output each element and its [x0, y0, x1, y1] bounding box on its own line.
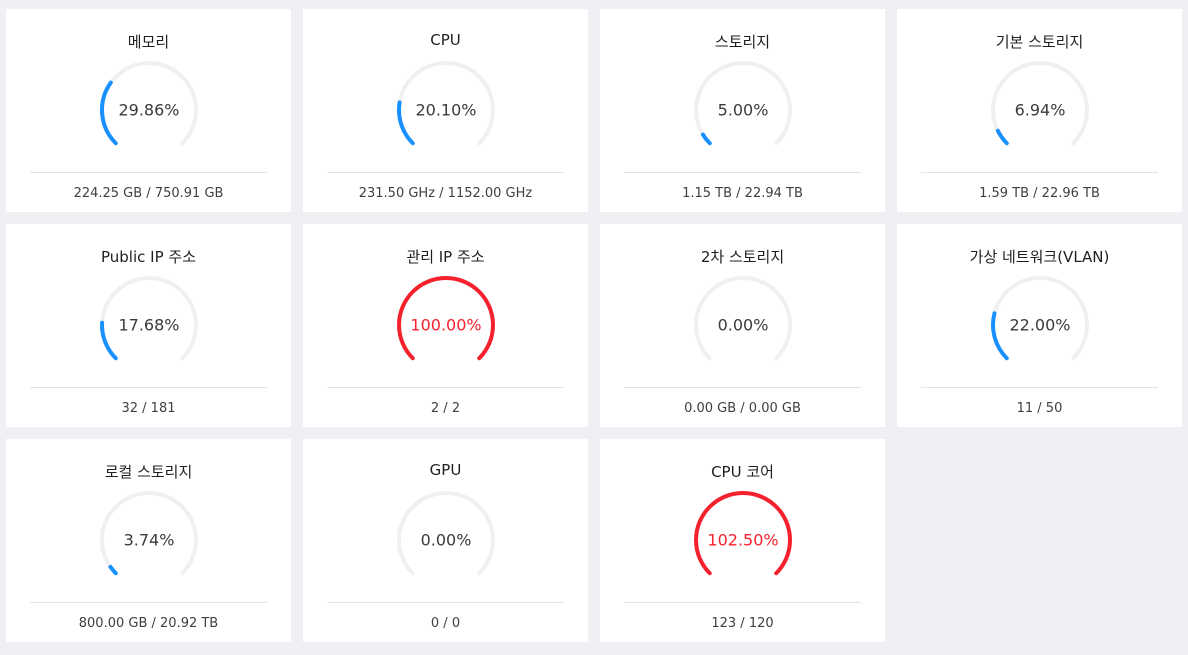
- usage-card-memory: 메모리 29.86% 224.25 GB / 750.91 GB: [6, 9, 291, 212]
- card-divider: [624, 387, 861, 388]
- card-title: 로컬 스토리지: [104, 463, 193, 481]
- gauge-percent: 29.86%: [118, 100, 180, 120]
- usage-detail: 32 / 181: [121, 401, 176, 416]
- gauge-percent: 17.68%: [118, 315, 180, 335]
- card-divider: [921, 172, 1158, 173]
- card-title: 메모리: [127, 33, 170, 51]
- card-divider: [30, 602, 267, 603]
- card-title: 스토리지: [714, 33, 771, 51]
- usage-card-primary-storage: 기본 스토리지 6.94% 1.59 TB / 22.96 TB: [897, 9, 1182, 212]
- usage-detail: 123 / 120: [711, 616, 774, 631]
- usage-gauge: 22.00%: [989, 274, 1091, 376]
- usage-gauge: 102.50%: [692, 489, 794, 591]
- usage-gauge: 29.86%: [98, 59, 200, 161]
- card-divider: [921, 387, 1158, 388]
- usage-card-management-ip: 관리 IP 주소 100.00% 2 / 2: [303, 224, 588, 427]
- gauge-fill: [700, 132, 712, 146]
- usage-gauge: 0.00%: [395, 489, 497, 591]
- usage-card-gpu: GPU 0.00% 0 / 0: [303, 439, 588, 642]
- gauge-percent: 102.50%: [707, 530, 779, 550]
- usage-gauge: 6.94%: [989, 59, 1091, 161]
- gauge-fill: [995, 128, 1009, 146]
- card-divider: [327, 172, 564, 173]
- usage-gauge: 20.10%: [395, 59, 497, 161]
- usage-card-storage: 스토리지 5.00% 1.15 TB / 22.94 TB: [600, 9, 885, 212]
- usage-card-local-storage: 로컬 스토리지 3.74% 800.00 GB / 20.92 TB: [6, 439, 291, 642]
- usage-detail: 800.00 GB / 20.92 TB: [78, 616, 219, 631]
- usage-card-cpu-cores: CPU 코어 102.50% 123 / 120: [600, 439, 885, 642]
- card-title: 가상 네트워크(VLAN): [969, 248, 1110, 266]
- usage-gauge: 17.68%: [98, 274, 200, 376]
- card-title: Public IP 주소: [101, 248, 196, 266]
- usage-card-secondary-storage: 2차 스토리지 0.00% 0.00 GB / 0.00 GB: [600, 224, 885, 427]
- usage-card-cpu: CPU 20.10% 231.50 GHz / 1152.00 GHz: [303, 9, 588, 212]
- card-divider: [327, 387, 564, 388]
- gauge-percent: 0.00%: [717, 315, 769, 335]
- gauge-percent: 5.00%: [717, 100, 769, 120]
- usage-detail: 0 / 0: [430, 616, 461, 631]
- card-divider: [624, 172, 861, 173]
- card-title: CPU: [430, 31, 461, 49]
- resource-usage-grid: 메모리 29.86% 224.25 GB / 750.91 GB CPU 20.…: [6, 9, 1182, 642]
- usage-detail: 0.00 GB / 0.00 GB: [684, 401, 801, 416]
- usage-detail: 224.25 GB / 750.91 GB: [73, 186, 224, 201]
- usage-card-vlan: 가상 네트워크(VLAN) 22.00% 11 / 50: [897, 224, 1182, 427]
- usage-card-public-ip: Public IP 주소 17.68% 32 / 181: [6, 224, 291, 427]
- gauge-fill: [108, 564, 118, 576]
- card-title: CPU 코어: [711, 463, 774, 481]
- card-divider: [624, 602, 861, 603]
- card-divider: [30, 172, 267, 173]
- card-title: 기본 스토리지: [995, 33, 1084, 51]
- usage-gauge: 100.00%: [395, 274, 497, 376]
- gauge-percent: 3.74%: [123, 530, 175, 550]
- card-divider: [30, 387, 267, 388]
- gauge-percent: 0.00%: [420, 530, 472, 550]
- card-title: GPU: [429, 461, 462, 479]
- gauge-percent: 20.10%: [415, 100, 477, 120]
- usage-gauge: 3.74%: [98, 489, 200, 591]
- card-title: 2차 스토리지: [700, 248, 785, 266]
- usage-detail: 231.50 GHz / 1152.00 GHz: [358, 186, 533, 201]
- usage-detail: 2 / 2: [430, 401, 461, 416]
- card-title: 관리 IP 주소: [406, 248, 485, 266]
- usage-gauge: 0.00%: [692, 274, 794, 376]
- usage-detail: 1.15 TB / 22.94 TB: [682, 186, 803, 201]
- usage-detail: 11 / 50: [1016, 401, 1063, 416]
- usage-gauge: 5.00%: [692, 59, 794, 161]
- gauge-percent: 6.94%: [1014, 100, 1066, 120]
- gauge-percent: 22.00%: [1009, 315, 1071, 335]
- gauge-percent: 100.00%: [410, 315, 482, 335]
- usage-detail: 1.59 TB / 22.96 TB: [979, 186, 1100, 201]
- card-divider: [327, 602, 564, 603]
